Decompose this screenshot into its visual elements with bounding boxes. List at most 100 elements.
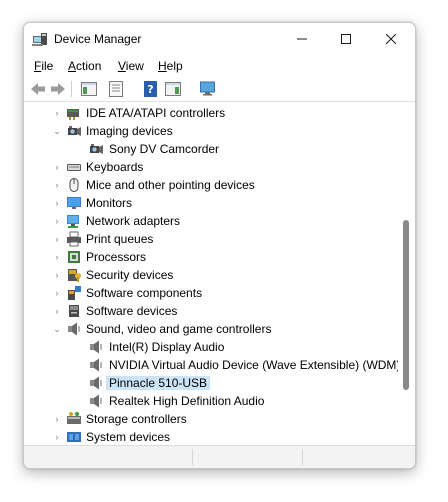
- menu-view[interactable]: View: [118, 59, 144, 73]
- chevron-right-icon[interactable]: ›: [52, 269, 62, 281]
- menu-action-mnemonic: A: [68, 59, 77, 73]
- properties-icon[interactable]: [107, 80, 125, 98]
- svg-text:?: ?: [147, 83, 153, 96]
- tree-device[interactable]: Realtek High Definition Audio: [24, 392, 398, 410]
- tree-category[interactable]: › Security devices: [24, 266, 398, 284]
- printer-icon: [67, 231, 81, 247]
- chevron-right-icon[interactable]: ›: [52, 413, 62, 425]
- tree-item-label: Imaging devices: [86, 124, 173, 138]
- tree-category[interactable]: › Mice and other pointing devices: [24, 176, 398, 194]
- monitor-icon: [67, 197, 81, 209]
- back-arrow-icon[interactable]: [29, 80, 47, 98]
- menu-view-label: iew: [125, 59, 144, 73]
- tree-item-label: IDE ATA/ATAPI controllers: [86, 106, 226, 120]
- maximize-icon: [341, 34, 351, 44]
- chevron-right-icon[interactable]: ›: [52, 215, 62, 227]
- speaker-icon: [90, 376, 102, 390]
- speaker-icon: [68, 322, 80, 336]
- close-button[interactable]: [369, 27, 413, 51]
- tree-category[interactable]: › System devices: [24, 428, 398, 445]
- tree-category[interactable]: ⌄ Imaging devices: [24, 122, 398, 140]
- tree-device[interactable]: Pinnacle 510-USB: [24, 374, 398, 392]
- menu-help-mnemonic: H: [158, 59, 167, 73]
- tree-category[interactable]: › Network adapters: [24, 212, 398, 230]
- vertical-scrollbar[interactable]: [398, 102, 414, 445]
- title-bar[interactable]: Device Manager: [24, 23, 415, 54]
- tree-category[interactable]: ⌄ Sound, video and game controllers: [24, 320, 398, 338]
- tree-item-label: Software devices: [86, 304, 178, 318]
- toolbar: ?: [24, 77, 415, 102]
- software-device-icon: [69, 305, 79, 317]
- tree-item-label: Intel(R) Display Audio: [109, 340, 225, 354]
- tree-item-label: Sony DV Camcorder: [109, 142, 220, 156]
- chevron-right-icon[interactable]: ›: [52, 251, 62, 263]
- tree-category[interactable]: › Keyboards: [24, 158, 398, 176]
- tree-category[interactable]: › Print queues: [24, 230, 398, 248]
- scan-for-hardware-changes-icon[interactable]: [199, 80, 217, 98]
- tree-item-label: Storage controllers: [86, 412, 187, 426]
- tree-item-label: Pinnacle 510-USB: [106, 376, 211, 390]
- menu-view-mnemonic: V: [118, 59, 126, 73]
- menu-file[interactable]: File: [34, 59, 53, 73]
- tree-item-label: Keyboards: [86, 160, 144, 174]
- tree-item-label: Print queues: [86, 232, 154, 246]
- tree-category[interactable]: › Processors: [24, 248, 398, 266]
- forward-arrow-icon[interactable]: [49, 80, 67, 98]
- chevron-right-icon[interactable]: ›: [52, 233, 62, 245]
- menu-bar: File Action View Help: [24, 56, 415, 76]
- menu-help[interactable]: Help: [158, 59, 183, 73]
- chevron-right-icon[interactable]: ›: [52, 197, 62, 209]
- tree-category[interactable]: › IDE ATA/ATAPI controllers: [24, 104, 398, 122]
- storage-controller-icon: [67, 412, 81, 424]
- chevron-down-icon[interactable]: ⌄: [52, 323, 62, 335]
- tree-item-label: System devices: [86, 430, 171, 444]
- window-title: Device Manager: [54, 32, 142, 46]
- speaker-icon: [90, 358, 102, 372]
- chevron-down-icon[interactable]: ⌄: [52, 125, 62, 137]
- scrollbar-thumb[interactable]: [403, 220, 409, 390]
- security-device-icon: [68, 269, 81, 282]
- device-manager-app-icon: [32, 33, 47, 46]
- tree-item-label: Realtek High Definition Audio: [109, 394, 265, 408]
- keyboard-icon: [67, 164, 81, 171]
- tree-category[interactable]: › Storage controllers: [24, 410, 398, 428]
- tree-item-label: Sound, video and game controllers: [86, 322, 272, 336]
- show-hide-action-pane-icon[interactable]: [164, 80, 182, 98]
- ide-controller-icon: [67, 109, 79, 120]
- network-adapter-icon: [67, 215, 79, 228]
- minimize-button[interactable]: [280, 27, 324, 51]
- tree-item-label: Processors: [86, 250, 147, 264]
- maximize-button[interactable]: [324, 27, 368, 51]
- chevron-right-icon[interactable]: ›: [52, 107, 62, 119]
- chevron-right-icon[interactable]: ›: [52, 305, 62, 317]
- chevron-right-icon[interactable]: ›: [52, 179, 62, 191]
- tree-item-label: Security devices: [86, 268, 174, 282]
- tree-category[interactable]: › Monitors: [24, 194, 398, 212]
- tree-device[interactable]: NVIDIA Virtual Audio Device (Wave Extens…: [24, 356, 398, 374]
- speaker-icon: [90, 340, 102, 354]
- speaker-icon: [90, 394, 102, 408]
- menu-file-label: ile: [41, 59, 54, 73]
- menu-help-label: elp: [166, 59, 183, 73]
- camera-icon: [68, 126, 81, 136]
- tree-device[interactable]: Intel(R) Display Audio: [24, 338, 398, 356]
- tree-category[interactable]: › Software devices: [24, 302, 398, 320]
- chevron-right-icon[interactable]: ›: [52, 287, 62, 299]
- device-tree[interactable]: › IDE ATA/ATAPI controllers ⌄ Imaging devic…: [24, 102, 398, 445]
- tree-category[interactable]: › Software components: [24, 284, 398, 302]
- menu-action[interactable]: Action: [68, 59, 101, 73]
- tree-device[interactable]: Sony DV Camcorder: [24, 140, 398, 158]
- tree-item-label: Mice and other pointing devices: [86, 178, 255, 192]
- menu-action-label: ction: [76, 59, 102, 73]
- help-icon[interactable]: ?: [142, 80, 160, 98]
- chevron-right-icon[interactable]: ›: [52, 161, 62, 173]
- chevron-right-icon[interactable]: ›: [52, 431, 62, 443]
- tree-item-label: Monitors: [86, 196, 133, 210]
- processor-icon: [68, 251, 80, 263]
- minimize-icon: [297, 38, 307, 40]
- system-device-icon: [67, 432, 81, 442]
- tree-item-label: Software components: [86, 286, 203, 300]
- toolbar-separator: [71, 81, 72, 97]
- show-hide-console-tree-icon[interactable]: [80, 80, 98, 98]
- tree-item-label: NVIDIA Virtual Audio Device (Wave Extens…: [109, 358, 398, 372]
